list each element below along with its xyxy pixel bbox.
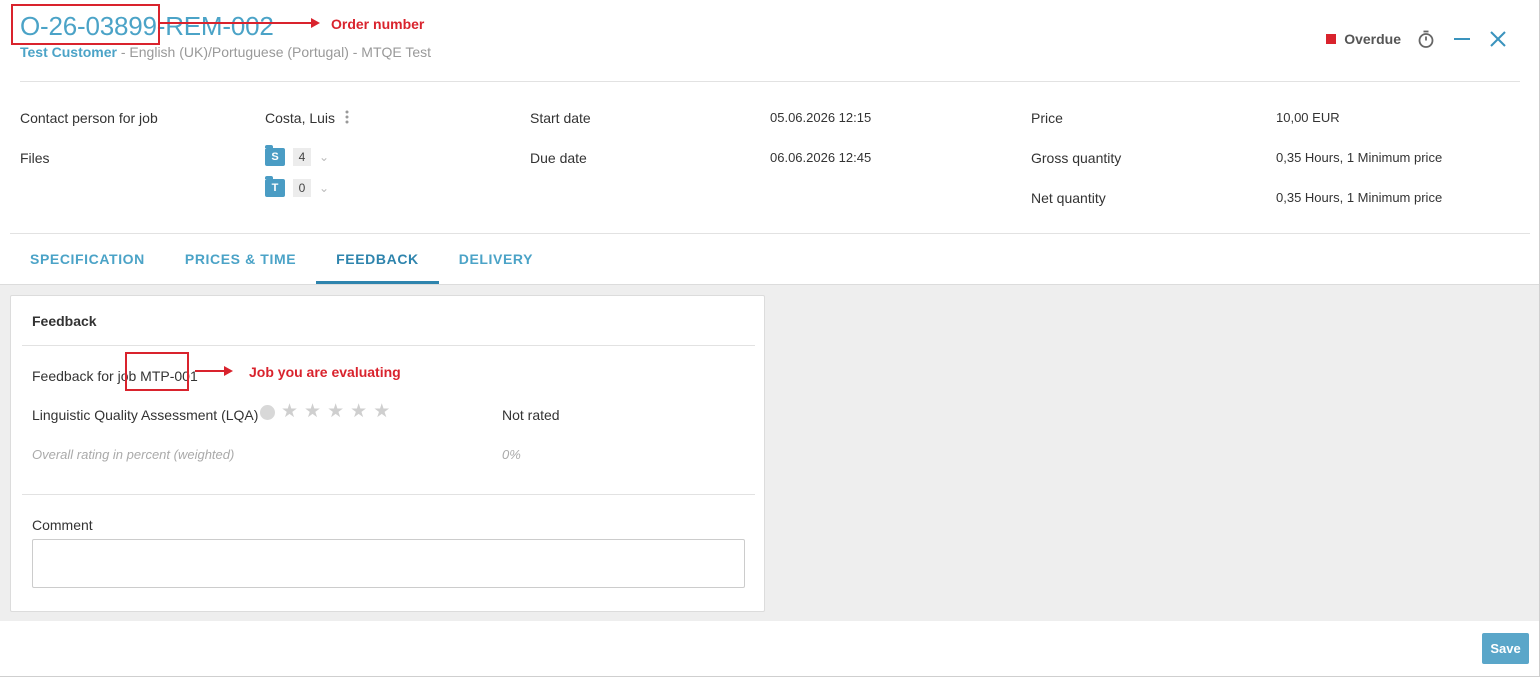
source-file-count: 4 xyxy=(293,148,311,166)
price-value: 10,00 EUR xyxy=(1276,110,1340,125)
lqa-status: Not rated xyxy=(502,407,560,423)
star-icon[interactable]: ★ xyxy=(304,402,321,421)
arrow-right-icon xyxy=(311,18,320,28)
due-date-value: 06.06.2026 12:45 xyxy=(770,150,872,165)
arrow-right-icon xyxy=(224,366,233,376)
overall-rating-label: Overall rating in percent (weighted) xyxy=(32,447,235,462)
tab-content-area: Feedback Feedback for job MTP-001 Lingui… xyxy=(0,284,1539,621)
target-files[interactable]: T 0 ⌄ xyxy=(265,176,329,197)
lqa-star-rating[interactable]: ★ ★ ★ ★ ★ xyxy=(260,402,390,421)
chevron-down-icon[interactable]: ⌄ xyxy=(319,150,329,164)
more-vertical-icon[interactable] xyxy=(345,110,349,126)
target-folder-icon: T xyxy=(265,176,285,197)
tab-delivery[interactable]: DELIVERY xyxy=(439,234,553,284)
save-button[interactable]: Save xyxy=(1482,633,1529,664)
price-label: Price xyxy=(1031,110,1063,126)
job-detail-panel: O-26-03899-REM-002 Test Customer - Engli… xyxy=(0,0,1540,677)
files-label: Files xyxy=(20,150,50,166)
star-icon[interactable]: ★ xyxy=(373,402,390,421)
net-quantity-label: Net quantity xyxy=(1031,190,1106,206)
header-actions: Overdue xyxy=(1326,28,1509,50)
star-icon[interactable]: ★ xyxy=(327,402,344,421)
customer-link[interactable]: Test Customer xyxy=(20,44,117,60)
status-text: Overdue xyxy=(1344,31,1401,47)
card-divider xyxy=(22,494,755,495)
tab-prices-time[interactable]: PRICES & TIME xyxy=(165,234,316,284)
minimize-icon[interactable] xyxy=(1451,28,1473,50)
comment-textarea[interactable] xyxy=(32,539,745,588)
overdue-status-icon xyxy=(1326,34,1337,44)
lqa-label: Linguistic Quality Assessment (LQA) xyxy=(32,407,259,423)
overall-rating-value: 0% xyxy=(502,447,521,462)
job-arrow-line xyxy=(195,370,225,372)
start-date-value: 05.06.2026 12:15 xyxy=(770,110,872,125)
clear-rating-icon[interactable] xyxy=(260,404,275,420)
order-number-highlight xyxy=(11,4,160,45)
star-icon[interactable]: ★ xyxy=(281,402,298,421)
contact-value: Costa, Luis xyxy=(265,110,336,126)
gross-quantity-value: 0,35 Hours, 1 Minimum price xyxy=(1276,150,1443,165)
target-file-count: 0 xyxy=(293,179,311,197)
job-subtitle: Test Customer - English (UK)/Portuguese … xyxy=(20,44,431,60)
start-date-label: Start date xyxy=(530,110,591,126)
chevron-down-icon[interactable]: ⌄ xyxy=(319,181,329,195)
net-quantity-value: 0,35 Hours, 1 Minimum price xyxy=(1276,190,1443,205)
comment-label: Comment xyxy=(32,517,93,533)
gross-quantity-label: Gross quantity xyxy=(1031,150,1122,166)
due-date-label: Due date xyxy=(530,150,587,166)
source-folder-icon: S xyxy=(265,145,285,166)
feedback-card: Feedback Feedback for job MTP-001 Lingui… xyxy=(10,295,765,612)
star-icon[interactable]: ★ xyxy=(350,402,367,421)
header-divider xyxy=(20,81,1520,82)
subtitle-details: - English (UK)/Portuguese (Portugal) - M… xyxy=(116,44,432,60)
contact-person: Costa, Luis xyxy=(265,110,349,126)
job-id-highlight xyxy=(125,352,189,391)
tab-specification[interactable]: SPECIFICATION xyxy=(10,234,165,284)
close-icon[interactable] xyxy=(1487,28,1509,50)
status-badge: Overdue xyxy=(1326,31,1401,47)
feedback-job-prefix: Feedback for job xyxy=(32,368,141,384)
order-number-annotation: Order number xyxy=(331,16,425,32)
card-divider xyxy=(22,345,755,346)
source-files[interactable]: S 4 ⌄ xyxy=(265,145,329,166)
job-evaluating-annotation: Job you are evaluating xyxy=(249,364,401,380)
tab-bar: SPECIFICATION PRICES & TIME FEEDBACK DEL… xyxy=(10,234,553,284)
tab-feedback[interactable]: FEEDBACK xyxy=(316,234,439,284)
contact-label: Contact person for job xyxy=(20,110,158,126)
stopwatch-icon[interactable] xyxy=(1415,28,1437,50)
order-number-arrow-line xyxy=(160,22,312,24)
feedback-title: Feedback xyxy=(32,313,97,329)
